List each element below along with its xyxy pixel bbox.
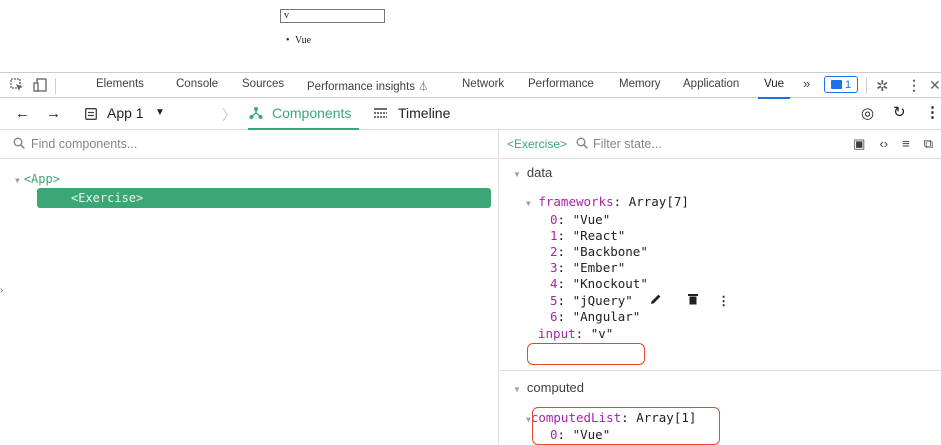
search-icon [576, 137, 588, 152]
computed-section-header[interactable]: ▼ computed [513, 380, 584, 395]
more-vert-icon[interactable]: ⋮ [925, 103, 940, 121]
timeline-icon [374, 107, 387, 123]
app-list-icon [85, 107, 97, 123]
filter-state-bar: <Exercise> Filter state... ▣ ‹› ≡ ⧉ [500, 130, 941, 159]
state-key: input [538, 326, 576, 341]
find-components-bar[interactable]: Find components... [0, 130, 498, 159]
data-section-label: data [526, 165, 553, 180]
computed-section-label: computed [526, 380, 585, 395]
components-icon [249, 106, 263, 123]
tab-vue[interactable]: Vue [757, 78, 791, 99]
tree-node-exercise-selected[interactable]: <Exercise> [37, 188, 491, 208]
inspected-component-name: <Exercise> [507, 137, 568, 151]
array-item[interactable]: 3: "Ember" [550, 260, 625, 276]
tab-sources[interactable]: Sources [242, 78, 284, 90]
inspector-tools: ▣ ‹› ≡ ⧉ [853, 136, 933, 152]
array-item-value: "Knockout" [572, 276, 648, 291]
delete-trash-icon[interactable] [687, 293, 706, 308]
inspect-dom-icon[interactable]: ≡ [902, 136, 910, 152]
section-divider [500, 370, 941, 371]
tree-node-app[interactable]: ▼ <App> [15, 172, 60, 186]
state-value: "v" [590, 326, 614, 341]
array-item[interactable]: 0: "Vue" [550, 212, 610, 228]
more-vert-icon[interactable]: ⋮ [717, 293, 730, 308]
tree-node-label: <App> [23, 172, 60, 186]
filter-state-input[interactable]: Filter state... [593, 137, 662, 151]
collapse-caret-icon[interactable]: ▼ [513, 170, 521, 179]
find-components-input[interactable]: Find components... [31, 137, 137, 151]
array-item-value: "Backbone" [572, 244, 648, 259]
chevron-down-icon[interactable]: ▼ [155, 107, 165, 118]
array-item-value: "Ember" [572, 260, 626, 275]
chevron-right-icon: 〉 [222, 107, 236, 123]
framework-results-list: Vue [286, 35, 311, 46]
state-row-input[interactable]: input: "v" [538, 326, 613, 342]
back-arrow-icon[interactable]: ← [15, 105, 30, 122]
inspect-icon[interactable] [10, 78, 24, 95]
state-type: Array[7] [628, 194, 689, 209]
tab-elements[interactable]: Elements [96, 78, 144, 90]
issues-count: 1 [844, 78, 852, 91]
component-tree-panel: Find components... ▼ <App> <Exercise> › [0, 130, 499, 445]
list-item: Vue [286, 35, 311, 46]
collapse-caret-icon[interactable]: ▼ [513, 385, 521, 394]
expand-caret-icon[interactable]: ▼ [15, 176, 20, 185]
settings-gear-icon[interactable]: ✲ [876, 77, 889, 95]
target-icon[interactable]: ◎ [861, 104, 874, 122]
array-item-value: "jQuery" [572, 293, 633, 308]
tab-memory[interactable]: Memory [619, 78, 661, 90]
device-toggle-icon[interactable] [33, 78, 49, 95]
array-item[interactable]: 6: "Angular" [550, 309, 640, 325]
tab-application[interactable]: Application [683, 78, 739, 90]
page-text-input[interactable]: v [280, 9, 385, 23]
data-section-header[interactable]: ▼ data [513, 165, 552, 180]
panel-resize-handle[interactable]: › [0, 285, 4, 299]
highlight-computed-annotation [532, 407, 720, 445]
tab-timeline[interactable]: Timeline [398, 105, 450, 121]
array-item-value: "React" [572, 228, 626, 243]
array-item-value: "Angular" [572, 309, 641, 324]
array-item[interactable]: 1: "React" [550, 228, 625, 244]
search-icon [13, 137, 25, 152]
vue-devtools-toolbar: ← → App 1 ▼ 〉 Components Timeline ◎ ↻ ⋮ [0, 98, 941, 130]
tab-performance-insights[interactable]: Performance insights ⏃ [307, 78, 428, 93]
tab-components[interactable]: Components [247, 105, 360, 130]
array-item[interactable]: 2: "Backbone" [550, 244, 648, 260]
close-icon[interactable]: ✕ [929, 77, 941, 94]
flask-icon: ⏃ [418, 82, 429, 93]
array-item-value: "Vue" [572, 212, 611, 227]
devtools-tab-bar: Elements Console Sources Performance ins… [0, 72, 941, 99]
edit-pencil-icon[interactable] [650, 293, 670, 308]
more-vert-icon[interactable]: ⋮ [907, 77, 921, 94]
state-row-frameworks[interactable]: ▼ frameworks: Array[7] [526, 194, 689, 212]
tab-console[interactable]: Console [176, 78, 218, 90]
array-item[interactable]: 4: "Knockout" [550, 276, 648, 292]
tab-network[interactable]: Network [462, 78, 504, 90]
open-in-editor-icon[interactable]: ⧉ [924, 136, 933, 152]
app-selector[interactable]: App 1 [107, 105, 144, 121]
highlight-input-annotation [527, 343, 645, 365]
forward-arrow-icon[interactable]: → [46, 105, 61, 122]
array-item[interactable]: 5: "jQuery" ⋮ [550, 293, 730, 309]
state-key: frameworks [538, 194, 614, 209]
show-render-code-icon[interactable]: ‹› [879, 136, 888, 152]
issues-badge[interactable]: 1 [824, 76, 858, 93]
refresh-icon[interactable]: ↻ [893, 103, 906, 121]
state-inspector-panel: <Exercise> Filter state... ▣ ‹› ≡ ⧉ ▼ dat… [500, 130, 941, 445]
expand-caret-icon[interactable]: ▼ [526, 199, 531, 208]
tab-performance[interactable]: Performance [528, 78, 594, 90]
more-tabs-button[interactable]: » [803, 76, 810, 91]
message-icon [830, 80, 842, 89]
scroll-to-component-icon[interactable]: ▣ [853, 136, 865, 152]
tab-performance-insights-label: Performance insights [307, 81, 416, 93]
